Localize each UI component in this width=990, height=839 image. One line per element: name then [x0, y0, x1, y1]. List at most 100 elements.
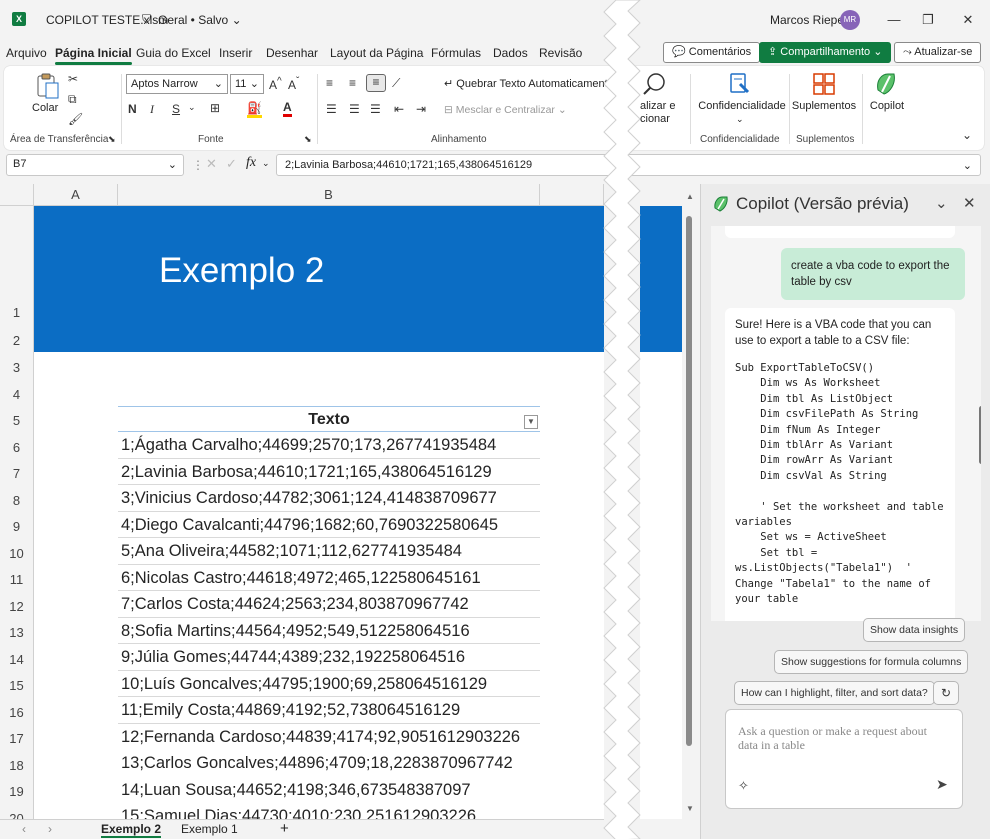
sheet-tab-exemplo-2[interactable]: Exemplo 2: [101, 822, 162, 838]
vertical-scrollbar[interactable]: ▲ ▼: [682, 184, 696, 819]
avatar[interactable]: MR: [840, 10, 860, 30]
format-painter-icon[interactable]: 🖌: [68, 112, 83, 126]
row-header[interactable]: 19: [0, 776, 34, 803]
row-header[interactable]: 3: [0, 352, 34, 379]
comments-button[interactable]: 💬 Comentários: [663, 42, 761, 63]
send-icon[interactable]: ➤: [936, 776, 948, 793]
bold-button[interactable]: N: [128, 102, 137, 116]
user-name[interactable]: Marcos Rieper: [770, 13, 848, 27]
scroll-down-icon[interactable]: ▼: [686, 804, 694, 813]
row-header[interactable]: 18: [0, 750, 34, 777]
chevron-down-icon[interactable]: ⌄: [188, 102, 196, 113]
column-header[interactable]: [540, 184, 604, 206]
suggestion-data-insights[interactable]: Show data insights: [863, 618, 966, 642]
more-icon[interactable]: ⋮: [192, 158, 204, 172]
font-size-select[interactable]: 11 ⌄: [230, 74, 264, 94]
restore-icon[interactable]: ❐: [918, 10, 938, 30]
chat-scrollbar-thumb[interactable]: [979, 406, 981, 464]
copy-icon[interactable]: ⧉: [68, 92, 77, 107]
cut-icon[interactable]: ✂: [68, 72, 78, 86]
italic-button[interactable]: I: [150, 102, 154, 117]
row-header[interactable]: 15: [0, 670, 34, 697]
align-center-icon[interactable]: ☰: [349, 102, 360, 116]
table-row[interactable]: 13;Carlos Goncalves;44896;4709;18,228387…: [118, 750, 540, 777]
align-middle-icon[interactable]: ≡: [349, 76, 356, 90]
close-icon[interactable]: ✕: [958, 10, 978, 30]
font-color-icon[interactable]: A: [283, 100, 292, 117]
insert-function-icon[interactable]: fx: [246, 155, 256, 171]
row-header[interactable]: 7: [0, 458, 34, 485]
align-right-icon[interactable]: ☰: [370, 102, 381, 116]
tab-arquivo[interactable]: Arquivo: [6, 46, 47, 60]
row-header[interactable]: 2: [0, 330, 34, 352]
underline-button[interactable]: S: [172, 102, 180, 116]
column-header-b[interactable]: B: [118, 184, 540, 206]
chevron-down-icon[interactable]: ⌄: [935, 194, 948, 212]
table-header[interactable]: Texto ▼: [118, 406, 540, 432]
chat-history[interactable]: create a vba code to export the table by…: [711, 226, 981, 621]
select-all-corner[interactable]: [0, 184, 34, 206]
add-sheet-icon[interactable]: +: [280, 820, 289, 837]
align-bottom-icon[interactable]: ≡: [366, 74, 386, 92]
analyze-label[interactable]: alizar e cionar: [640, 100, 684, 126]
row-header[interactable]: 11: [0, 564, 34, 591]
table-row[interactable]: 15;Samuel Dias;44730;4010;230,2516129032…: [118, 803, 540, 819]
table-row[interactable]: 1;Ágatha Carvalho;44699;2570;173,2677419…: [118, 432, 540, 459]
tab-layout[interactable]: Layout da Página: [330, 46, 423, 60]
dialog-launcher-icon[interactable]: ⬊: [108, 134, 116, 145]
scroll-up-icon[interactable]: ▲: [686, 192, 694, 201]
table-row[interactable]: 14;Luan Sousa;44652;4198;346,67354838709…: [118, 777, 540, 804]
table-row[interactable]: 6;Nicolas Castro;44618;4972;465,12258064…: [118, 565, 540, 591]
row-header[interactable]: 13: [0, 617, 34, 644]
scroll-right-icon[interactable]: ›: [48, 822, 52, 836]
suggestion-formula-columns[interactable]: Show suggestions for formula columns: [774, 650, 969, 674]
orientation-icon[interactable]: ⟋: [392, 76, 400, 91]
align-left-icon[interactable]: ☰: [326, 102, 337, 116]
increase-font-icon[interactable]: A^: [269, 76, 282, 92]
table-row[interactable]: 7;Carlos Costa;44624;2563;234,8038709677…: [118, 591, 540, 618]
increase-indent-icon[interactable]: ⇥: [416, 102, 426, 116]
scroll-left-icon[interactable]: ‹: [22, 822, 26, 836]
table-row[interactable]: 2;Lavinia Barbosa;44610;1721;165,4380645…: [118, 459, 540, 485]
decrease-font-icon[interactable]: Aˇ: [288, 76, 299, 92]
share-button[interactable]: ⇪ Compartilhamento ⌄: [759, 42, 892, 63]
dialog-launcher-icon[interactable]: ⬊: [304, 134, 312, 145]
table-row[interactable]: 5;Ana Oliveira;44582;1071;112,6277419354…: [118, 538, 540, 565]
scrollbar-thumb[interactable]: [686, 216, 692, 746]
align-top-icon[interactable]: ≡: [326, 76, 333, 90]
close-pane-icon[interactable]: ✕: [963, 194, 976, 212]
row-header[interactable]: 10: [0, 538, 34, 565]
row-header[interactable]: 9: [0, 511, 34, 538]
paste-icon[interactable]: [34, 72, 62, 100]
table-row[interactable]: 4;Diego Cavalcanti;44796;1682;60,7690322…: [118, 512, 540, 538]
minimize-icon[interactable]: —: [884, 10, 904, 30]
font-name-select[interactable]: Aptos Narrow ⌄: [126, 74, 228, 94]
tab-pagina-inicial[interactable]: Página Inicial: [55, 46, 132, 65]
row-header[interactable]: 12: [0, 591, 34, 618]
sparkle-prompts-icon[interactable]: ✧: [738, 778, 749, 794]
addins-label[interactable]: Suplementos: [790, 100, 858, 112]
sensitivity-status[interactable]: Geral • Salvo ⌄: [158, 13, 242, 27]
tab-revisao[interactable]: Revisão: [539, 46, 582, 60]
paste-label[interactable]: Colar: [32, 102, 58, 114]
tab-desenhar[interactable]: Desenhar: [266, 46, 318, 60]
refresh-icon[interactable]: ↻: [933, 681, 959, 705]
table-row[interactable]: 12;Fernanda Cardoso;44839;4174;92,905161…: [118, 724, 540, 751]
tab-guia-do-excel[interactable]: Guia do Excel: [136, 46, 211, 60]
addins-icon[interactable]: [810, 70, 838, 98]
row-header[interactable]: 4: [0, 379, 34, 406]
table-row[interactable]: 8;Sofia Martins;44564;4952;549,512258064…: [118, 618, 540, 644]
row-header[interactable]: 5: [0, 406, 34, 432]
table-row[interactable]: 11;Emily Costa;44869;4192;52,73806451612…: [118, 697, 540, 724]
sensitivity-label[interactable]: Confidencialidade: [698, 100, 786, 112]
catch-up-button[interactable]: ⤳ Atualizar-se: [894, 42, 982, 63]
column-header-a[interactable]: A: [34, 184, 118, 206]
borders-icon[interactable]: ⊞: [210, 101, 220, 115]
copilot-label[interactable]: Copilot: [866, 100, 908, 112]
row-header[interactable]: 16: [0, 697, 34, 724]
suggestion-highlight-filter-sort[interactable]: How can I highlight, filter, and sort da…: [734, 681, 935, 705]
fill-color-icon[interactable]: ⛽: [247, 101, 262, 118]
row-header[interactable]: 1: [0, 206, 34, 330]
row-header[interactable]: 17: [0, 723, 34, 750]
filter-dropdown-icon[interactable]: ▼: [524, 415, 538, 429]
